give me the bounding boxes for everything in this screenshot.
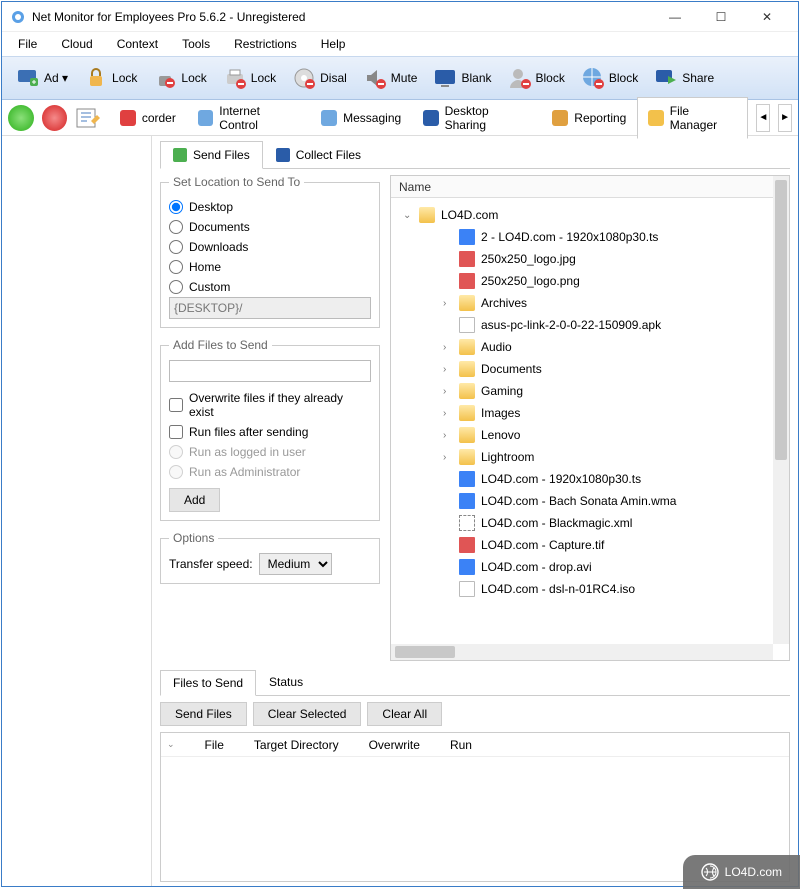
titlebar: Net Monitor for Employees Pro 5.6.2 - Un…: [2, 2, 798, 32]
file-browser: Name ⌄ ⌄LO4D.com 2 - LO4D.com - 1920x108…: [390, 175, 790, 661]
tab-scroll-left[interactable]: ◄: [756, 104, 770, 132]
file-item[interactable]: LO4D.com - 1920x1080p30.ts: [391, 468, 773, 490]
window-title: Net Monitor for Employees Pro 5.6.2 - Un…: [32, 10, 652, 24]
file-item[interactable]: LO4D.com - drop.avi: [391, 556, 773, 578]
toolbar-lock-yellow[interactable]: Lock: [76, 62, 145, 94]
gridcol-target-directory[interactable]: Target Directory: [254, 738, 369, 752]
file-item[interactable]: LO4D.com - Capture.tif: [391, 534, 773, 556]
menu-tools[interactable]: Tools: [172, 35, 220, 53]
add-button[interactable]: Add: [169, 488, 220, 512]
file-browser-header[interactable]: Name ⌄: [391, 176, 789, 198]
toolbar-globe-block[interactable]: Block: [573, 62, 646, 94]
transfer-speed-select[interactable]: Medium: [259, 553, 332, 575]
file-item[interactable]: LO4D.com - dsl-n-01RC4.iso: [391, 578, 773, 600]
tab-corder[interactable]: corder: [109, 103, 187, 132]
tab-reporting[interactable]: Reporting: [541, 103, 637, 132]
edit-icon[interactable]: [75, 105, 101, 131]
folder-item[interactable]: ›Lenovo: [391, 424, 773, 446]
toolbar-monitor-blank[interactable]: Blank: [425, 62, 499, 94]
file-item[interactable]: asus-pc-link-2-0-0-22-150909.apk: [391, 314, 773, 336]
toolbar-monitor-add[interactable]: Ad ▾: [8, 62, 76, 94]
app-icon: [10, 9, 26, 25]
file-item[interactable]: 250x250_logo.png: [391, 270, 773, 292]
file-item[interactable]: 2 - LO4D.com - 1920x1080p30.ts: [391, 226, 773, 248]
menu-file[interactable]: File: [8, 35, 47, 53]
menu-help[interactable]: Help: [311, 35, 356, 53]
options-legend: Options: [169, 531, 218, 545]
options-fieldset: Options Transfer speed: Medium: [160, 531, 380, 584]
location-fieldset: Set Location to Send To DesktopDocuments…: [160, 175, 380, 328]
toolbar-printer-lock[interactable]: Lock: [215, 62, 284, 94]
folder-item[interactable]: ›Documents: [391, 358, 773, 380]
menu-restrictions[interactable]: Restrictions: [224, 35, 307, 53]
toolbar-mute[interactable]: Mute: [355, 62, 426, 94]
btn-send-files[interactable]: Send Files: [160, 702, 247, 726]
addfiles-input[interactable]: [169, 360, 371, 382]
menu-context[interactable]: Context: [107, 35, 168, 53]
gridcol-overwrite[interactable]: Overwrite: [369, 738, 450, 752]
sub-toolbar: corderInternet ControlMessagingDesktop S…: [2, 100, 798, 136]
file-item[interactable]: LO4D.com - Bach Sonata Amin.wma: [391, 490, 773, 512]
menu-cloud[interactable]: Cloud: [51, 35, 102, 53]
watermark: LO4D.com: [683, 855, 800, 889]
check-overwrite[interactable]: Overwrite files if they already exist: [169, 388, 371, 422]
folder-item[interactable]: ›Archives: [391, 292, 773, 314]
bottom-tab-files-to-send[interactable]: Files to Send: [160, 670, 256, 696]
check-run[interactable]: Run files after sending: [169, 422, 371, 442]
bottom-tab-status[interactable]: Status: [256, 669, 316, 695]
runas-user: Run as logged in user: [169, 442, 371, 462]
location-custom[interactable]: Custom: [169, 277, 371, 297]
maximize-button[interactable]: ☐: [698, 2, 744, 32]
main-toolbar: Ad ▾LockLockLockDisalMuteBlankBlockBlock…: [2, 56, 798, 100]
minimize-button[interactable]: —: [652, 2, 698, 32]
close-button[interactable]: ✕: [744, 2, 790, 32]
folder-item[interactable]: ›Lightroom: [391, 446, 773, 468]
btn-clear-selected[interactable]: Clear Selected: [253, 702, 362, 726]
btn-clear-all[interactable]: Clear All: [367, 702, 442, 726]
location-path: [169, 297, 371, 319]
toolbar-user-block[interactable]: Block: [500, 62, 573, 94]
toolbar-monitor-share[interactable]: Share: [646, 62, 722, 94]
gridcol-file[interactable]: File: [205, 738, 254, 752]
folder-item[interactable]: ›Audio: [391, 336, 773, 358]
left-panel: [2, 136, 152, 886]
toolbar-lock-red[interactable]: Lock: [145, 62, 214, 94]
location-legend: Set Location to Send To: [169, 175, 304, 189]
file-vscrollbar[interactable]: [773, 176, 789, 644]
toolbar-cd-disable[interactable]: Disal: [284, 62, 355, 94]
folder-item[interactable]: ›Images: [391, 402, 773, 424]
tab-desktop-sharing[interactable]: Desktop Sharing: [412, 97, 541, 138]
location-home[interactable]: Home: [169, 257, 371, 277]
ok-icon[interactable]: [8, 105, 34, 131]
subtab-send-files[interactable]: Send Files: [160, 141, 263, 169]
tree-root[interactable]: ⌄LO4D.com: [391, 204, 773, 226]
location-documents[interactable]: Documents: [169, 217, 371, 237]
file-item[interactable]: 250x250_logo.jpg: [391, 248, 773, 270]
tab-scroll-right[interactable]: ►: [778, 104, 792, 132]
file-subtabs: Send FilesCollect Files: [160, 140, 790, 169]
gridcol-run[interactable]: Run: [450, 738, 502, 752]
transfer-speed-label: Transfer speed:: [169, 557, 253, 571]
tab-file-manager[interactable]: File Manager: [637, 97, 748, 139]
file-hscrollbar[interactable]: [391, 644, 773, 660]
menubar: File Cloud Context Tools Restrictions He…: [2, 32, 798, 56]
addfiles-legend: Add Files to Send: [169, 338, 272, 352]
tab-internet-control[interactable]: Internet Control: [187, 97, 310, 138]
tab-messaging[interactable]: Messaging: [310, 103, 412, 132]
folder-item[interactable]: ›Gaming: [391, 380, 773, 402]
cancel-icon[interactable]: [42, 105, 68, 131]
file-item[interactable]: LO4D.com - Blackmagic.xml: [391, 512, 773, 534]
location-downloads[interactable]: Downloads: [169, 237, 371, 257]
addfiles-fieldset: Add Files to Send Overwrite files if the…: [160, 338, 380, 521]
runas-administrator: Run as Administrator: [169, 462, 371, 482]
location-desktop[interactable]: Desktop: [169, 197, 371, 217]
subtab-collect-files[interactable]: Collect Files: [263, 140, 374, 168]
